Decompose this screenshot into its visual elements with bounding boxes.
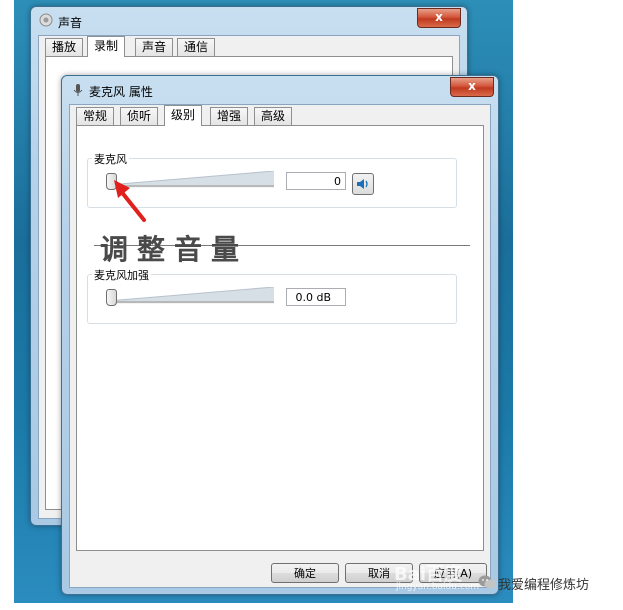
boost-slider-track[interactable]: [108, 301, 274, 304]
wechat-account-name: 我爱编程修炼坊: [498, 578, 590, 593]
speaker-icon: [356, 177, 370, 194]
sound-window-titlebar[interactable]: 声音 x: [31, 7, 467, 35]
properties-window-close-button[interactable]: x: [450, 77, 494, 97]
microphone-level-field[interactable]: 0: [286, 172, 346, 190]
microphone-level-value: 0: [334, 175, 341, 188]
tab-communications[interactable]: 通信: [177, 38, 216, 56]
tab-playback[interactable]: 播放: [45, 38, 84, 56]
jingyan-watermark: jingyan.baidu.com: [396, 582, 480, 592]
tab-sounds[interactable]: 声音: [135, 38, 174, 56]
annotation-caption: 调整音量: [100, 233, 249, 266]
microphone-boost-group: 麦克风加强 0.0 dB: [87, 267, 457, 324]
microphone-label: 麦克风: [92, 151, 129, 167]
wechat-icon: [478, 574, 496, 590]
tab-recording[interactable]: 录制: [87, 36, 126, 57]
tab-advanced[interactable]: 高级: [254, 107, 293, 125]
sound-window-close-button[interactable]: x: [417, 8, 461, 28]
sound-app-icon: [39, 13, 53, 27]
properties-window-title: 麦克风 属性: [89, 85, 153, 99]
tab-enhancements[interactable]: 增强: [210, 107, 249, 125]
microphone-mute-button[interactable]: [352, 173, 374, 195]
microphone-properties-window: 麦克风 属性 x 常规 侦听 级别 增强 高级 麦克风 0 麦克风加强 0.0 …: [61, 75, 499, 595]
boost-slider-thumb[interactable]: [106, 289, 117, 306]
boost-level-value: 0.0 dB: [295, 291, 331, 304]
sound-window-title: 声音: [58, 16, 83, 30]
annotation-arrow: [114, 180, 146, 222]
boost-level-field[interactable]: 0.0 dB: [286, 288, 346, 306]
microphone-app-icon: [70, 82, 86, 98]
tab-levels[interactable]: 级别: [164, 105, 203, 126]
tab-general[interactable]: 常规: [76, 107, 115, 125]
ok-button[interactable]: 确定: [271, 563, 339, 583]
tab-listen[interactable]: 侦听: [120, 107, 159, 125]
properties-window-titlebar[interactable]: 麦克风 属性 x: [62, 76, 498, 104]
microphone-boost-label: 麦克风加强: [92, 267, 151, 283]
boost-level-wedge: [108, 287, 274, 301]
